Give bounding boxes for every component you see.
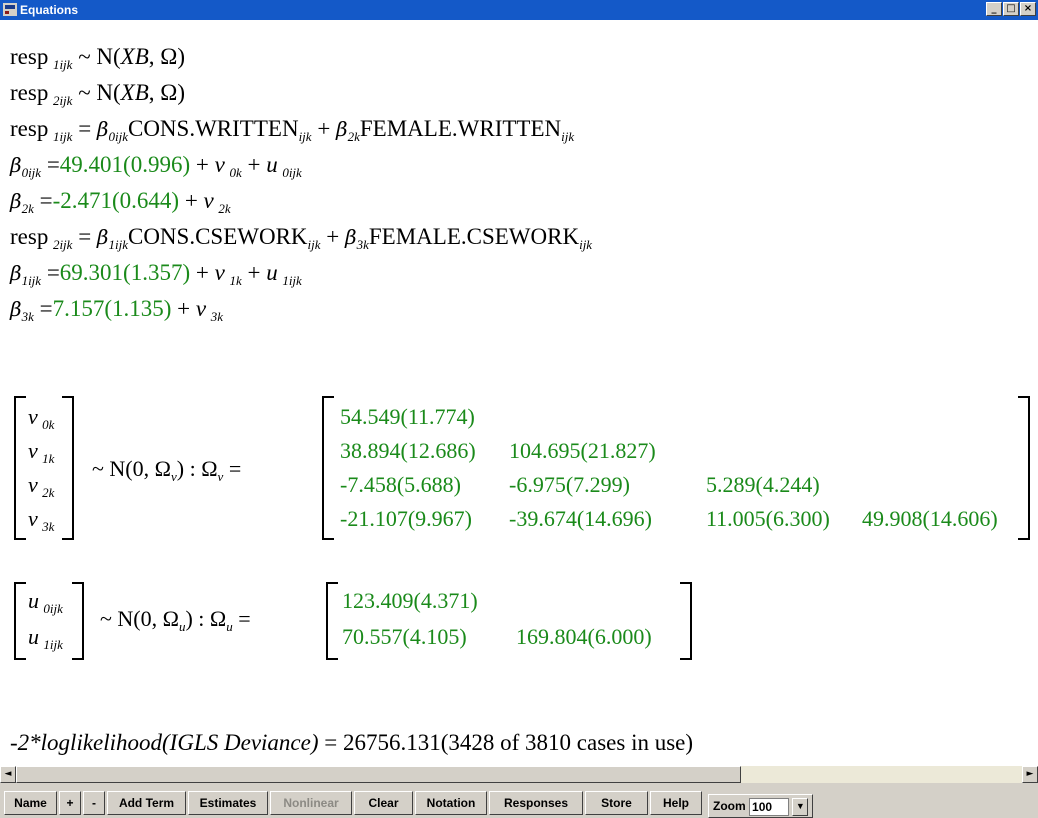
- omega-v-cell: 54.549(11.774): [340, 404, 475, 429]
- clear-button[interactable]: Clear: [354, 791, 413, 815]
- equation-resp1-fixed[interactable]: resp 1ijk = β0ijkCONS.WRITTENijk + β2kFE…: [10, 116, 574, 143]
- vector-entry-v0: v 0k: [28, 404, 55, 432]
- vector-entry-u1: u 1ijk: [28, 624, 63, 652]
- matrix-left-bracket: [322, 396, 334, 540]
- equation-resp2-fixed[interactable]: resp 2ijk = β1ijkCONS.CSEWORKijk + β3kFE…: [10, 224, 592, 251]
- omega-v-cell: -21.107(9.967): [340, 506, 472, 531]
- matrix-right-bracket: [1018, 396, 1030, 540]
- omega-u-cell: 123.409(4.371): [342, 588, 478, 613]
- estimates-button[interactable]: Estimates: [188, 791, 268, 815]
- vector-entry-v1: v 1k: [28, 438, 55, 466]
- omega-v-cell: -6.975(7.299): [509, 472, 630, 497]
- plus-button[interactable]: +: [59, 791, 81, 815]
- omega-v-cell: 5.289(4.244): [706, 472, 820, 497]
- store-button[interactable]: Store: [585, 791, 648, 815]
- minimize-button[interactable]: _: [986, 2, 1002, 16]
- add-term-button[interactable]: Add Term: [107, 791, 186, 815]
- level3-distribution: ~ N(0, Ωv) : Ωv =: [92, 456, 242, 484]
- vector-entry-v2: v 2k: [28, 472, 55, 500]
- zoom-label: Zoom: [713, 799, 746, 813]
- close-button[interactable]: ×: [1020, 2, 1036, 16]
- name-button[interactable]: Name: [4, 791, 57, 815]
- vector-right-bracket: [72, 582, 84, 660]
- maximize-button[interactable]: □: [1003, 2, 1019, 16]
- help-button[interactable]: Help: [650, 791, 702, 815]
- vector-entry-v3: v 3k: [28, 506, 55, 534]
- vector-left-bracket: [14, 582, 26, 660]
- responses-button[interactable]: Responses: [489, 791, 583, 815]
- matrix-left-bracket: [326, 582, 338, 660]
- equation-resp1-dist[interactable]: resp 1ijk ~ N(XB, Ω): [10, 44, 185, 71]
- scrollbar-thumb[interactable]: [16, 766, 741, 783]
- app-icon: [3, 3, 17, 16]
- omega-v-cell: -39.674(14.696): [509, 506, 652, 531]
- deviance-value: 26756.131(3428 of 3810 cases in use): [342, 730, 694, 755]
- equation-beta1[interactable]: β1ijk =69.301(1.357) + v 1k + u 1ijk: [10, 260, 302, 287]
- vector-entry-u0: u 0ijk: [28, 588, 63, 616]
- omega-v-cell: -7.458(5.688): [340, 472, 461, 497]
- equation-resp2-dist[interactable]: resp 2ijk ~ N(XB, Ω): [10, 80, 185, 107]
- omega-u-cell: 169.804(6.000): [516, 624, 652, 649]
- window-title: Equations: [20, 3, 79, 17]
- zoom-group: Zoom 100 ▼: [708, 794, 814, 818]
- omega-v-cell: 104.695(21.827): [509, 438, 656, 463]
- omega-v-cell: 11.005(6.300): [706, 506, 830, 531]
- equation-beta2[interactable]: β2k =-2.471(0.644) + v 2k: [10, 188, 231, 215]
- deviance-label: -2*loglikelihood(IGLS Deviance): [10, 730, 319, 755]
- scroll-right-arrow-icon[interactable]: ►: [1022, 766, 1038, 783]
- equations-pane: resp 1ijk ~ N(XB, Ω) resp 2ijk ~ N(XB, Ω…: [0, 20, 1038, 766]
- vector-left-bracket: [14, 396, 26, 540]
- chevron-down-icon[interactable]: ▼: [792, 797, 809, 816]
- zoom-select[interactable]: 100: [749, 797, 790, 816]
- equation-beta3[interactable]: β3k =7.157(1.135) + v 3k: [10, 296, 223, 323]
- nonlinear-button[interactable]: Nonlinear: [270, 791, 352, 815]
- notation-button[interactable]: Notation: [415, 791, 487, 815]
- minus-button[interactable]: -: [83, 791, 105, 815]
- horizontal-scrollbar[interactable]: ◄ ►: [0, 766, 1038, 783]
- omega-v-cell: 38.894(12.686): [340, 438, 476, 463]
- matrix-right-bracket: [680, 582, 692, 660]
- vector-right-bracket: [62, 396, 74, 540]
- equation-beta0[interactable]: β0ijk =49.401(0.996) + v 0k + u 0ijk: [10, 152, 302, 179]
- scroll-left-arrow-icon[interactable]: ◄: [0, 766, 16, 783]
- omega-v-cell: 49.908(14.606): [862, 506, 998, 531]
- level2-distribution: ~ N(0, Ωu) : Ωu =: [100, 606, 251, 634]
- omega-u-cell: 70.557(4.105): [342, 624, 467, 649]
- bottom-toolbar: Name + - Add Term Estimates Nonlinear Cl…: [0, 783, 1038, 818]
- title-bar: Equations _ □ ×: [0, 0, 1038, 20]
- deviance-line[interactable]: -2*loglikelihood(IGLS Deviance) = 26756.…: [10, 730, 693, 756]
